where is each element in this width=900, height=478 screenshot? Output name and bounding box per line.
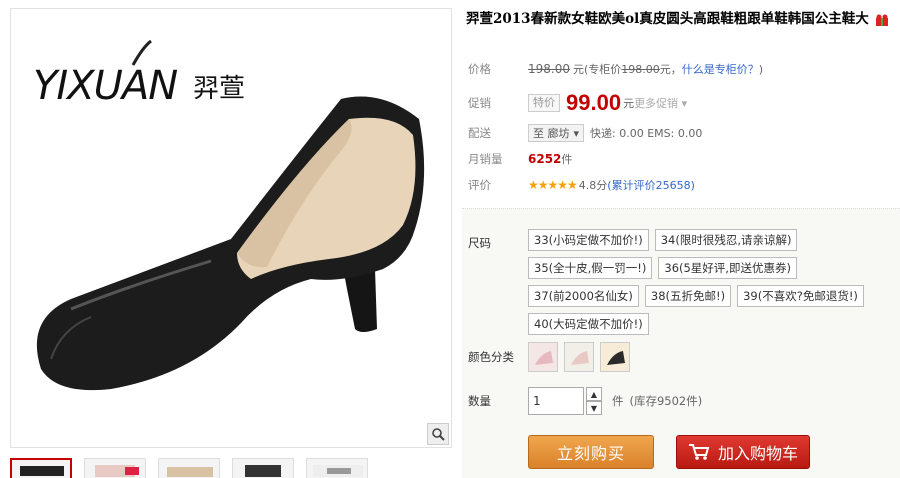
- color-option-1-image: [529, 343, 557, 371]
- color-options: [528, 342, 630, 372]
- shipping-detail: 快递: 0.00 EMS: 0.00: [590, 127, 703, 140]
- counter-price-link[interactable]: 什么是专柜价？: [682, 61, 759, 77]
- original-price: 198.00: [528, 62, 570, 76]
- counter-price-close: ): [758, 62, 764, 76]
- color-option-3-image: [601, 343, 629, 371]
- thumbnail-3[interactable]: [158, 458, 220, 478]
- rating-label: 评价: [468, 178, 491, 192]
- sales-row: 月销量 6252 件: [462, 146, 900, 172]
- price-currency: 元: [573, 63, 584, 76]
- size-label: 尺码: [468, 236, 491, 250]
- quantity-stepper: ▲ ▼: [586, 387, 602, 415]
- color-option-2[interactable]: [564, 342, 594, 372]
- sales-count: 6252: [528, 152, 562, 166]
- quantity-label: 数量: [468, 394, 491, 408]
- thumbnail-2[interactable]: [84, 458, 146, 478]
- color-label: 颜色分类: [468, 350, 514, 364]
- size-options: 33(小码定做不加价!) 34(限时很残忍,请亲谅解) 35(全十皮,假一罚一!…: [528, 229, 898, 335]
- more-promotions-link[interactable]: 更多促销 ▾: [634, 95, 687, 111]
- more-promotions-label: 更多促销: [634, 97, 679, 110]
- rating-score: 4.8分: [578, 179, 608, 192]
- star-rating-icon: ★★★★★: [528, 178, 578, 192]
- counter-price-prefix: (专柜价: [584, 63, 622, 76]
- product-info: 羿萱2013春新款女鞋欧美ol真皮圆头高跟鞋粗跟单鞋韩国公主鞋大 价格 198.…: [462, 0, 900, 478]
- chevron-down-icon: ▾: [573, 126, 580, 140]
- gift-icon: [876, 14, 889, 26]
- color-option-3[interactable]: [600, 342, 630, 372]
- buy-now-label: 立刻购买: [556, 444, 625, 463]
- stock-count: (库存9502件): [629, 394, 703, 408]
- price-row: 价格 198.00 元 (专柜价 198.00 元， 什么是专柜价？ ): [462, 56, 900, 82]
- chevron-down-icon: ▼: [590, 403, 598, 413]
- size-option-37[interactable]: 37(前2000名仙女): [528, 285, 639, 307]
- size-option-35[interactable]: 35(全十皮,假一罚一!): [528, 257, 653, 279]
- shipping-row: 配送 至 廊坊 ▾ 快递: 0.00 EMS: 0.00: [462, 120, 900, 146]
- shipping-destination-select[interactable]: 至 廊坊 ▾: [528, 124, 585, 142]
- shipping-destination: 至 廊坊: [533, 127, 570, 140]
- counter-price: 198.00: [621, 62, 660, 76]
- thumbnail-4[interactable]: [232, 458, 294, 478]
- promo-row: 促销 特价 99.00 元 更多促销 ▾: [462, 88, 900, 118]
- color-option-2-image: [565, 343, 593, 371]
- special-price-tag: 特价: [528, 94, 560, 112]
- product-image-viewer[interactable]: YIXUAN 羿萱: [10, 8, 452, 448]
- reviews-link[interactable]: (累计评价25658): [607, 177, 695, 193]
- size-option-34[interactable]: 34(限时很残忍,请亲谅解): [654, 229, 798, 251]
- quantity-increase-button[interactable]: ▲: [586, 387, 602, 401]
- quantity-unit: 件: [612, 394, 624, 408]
- thumbnail-1[interactable]: [10, 458, 72, 478]
- price-panel: 价格 198.00 元 (专柜价 198.00 元， 什么是专柜价？ ) 促销 …: [462, 54, 900, 204]
- product-title-text: 羿萱2013春新款女鞋欧美ol真皮圆头高跟鞋粗跟单鞋韩国公主鞋大: [466, 11, 869, 27]
- add-to-cart-label: 加入购物车: [717, 444, 798, 463]
- product-title: 羿萱2013春新款女鞋欧美ol真皮圆头高跟鞋粗跟单鞋韩国公主鞋大: [466, 8, 896, 30]
- promo-price: 99.00: [566, 90, 622, 115]
- add-to-cart-button[interactable]: 加入购物车: [676, 435, 810, 469]
- thumbnail-5[interactable]: [306, 458, 368, 478]
- product-main-image: [36, 96, 425, 391]
- price-label: 价格: [468, 62, 491, 76]
- thumbnail-3-image: [167, 467, 213, 477]
- size-option-38[interactable]: 38(五折免邮!): [644, 285, 732, 307]
- rating-row: 评价 ★★★★★ 4.8分 (累计评价25658): [462, 172, 900, 198]
- size-option-36[interactable]: 36(5星好评,即送优惠券): [658, 257, 797, 279]
- thumbnail-4-image: [245, 465, 281, 477]
- promo-currency: 元: [623, 97, 635, 110]
- size-option-40[interactable]: 40(大码定做不加价!): [528, 313, 649, 335]
- chevron-up-icon: ▲: [590, 389, 598, 399]
- cart-icon: [688, 444, 710, 460]
- quantity-control: 1 ▲ ▼ 件 (库存9502件): [528, 387, 702, 415]
- thumbnail-1-image: [20, 466, 64, 476]
- quantity-decrease-button[interactable]: ▼: [586, 401, 602, 415]
- sales-label: 月销量: [468, 152, 503, 166]
- thumbnail-2-image: [95, 465, 139, 477]
- zoom-button[interactable]: [427, 423, 449, 445]
- counter-price-suffix: 元，: [659, 63, 682, 76]
- thumbnail-strip: [10, 458, 452, 478]
- sku-panel: 尺码 33(小码定做不加价!) 34(限时很残忍,请亲谅解) 35(全十皮,假一…: [462, 208, 900, 478]
- buy-now-button[interactable]: 立刻购买: [528, 435, 654, 469]
- color-option-1[interactable]: [528, 342, 558, 372]
- shipping-label: 配送: [468, 126, 491, 140]
- magnifier-icon: [432, 428, 445, 441]
- chevron-down-icon: ▾: [681, 97, 688, 110]
- promo-label: 促销: [468, 96, 491, 110]
- size-option-39[interactable]: 39(不喜欢?免邮退货!): [737, 285, 864, 307]
- size-option-33[interactable]: 33(小码定做不加价!): [528, 229, 649, 251]
- sales-unit: 件: [561, 153, 573, 166]
- quantity-input[interactable]: 1: [528, 387, 584, 415]
- thumbnail-5-image: [313, 465, 363, 477]
